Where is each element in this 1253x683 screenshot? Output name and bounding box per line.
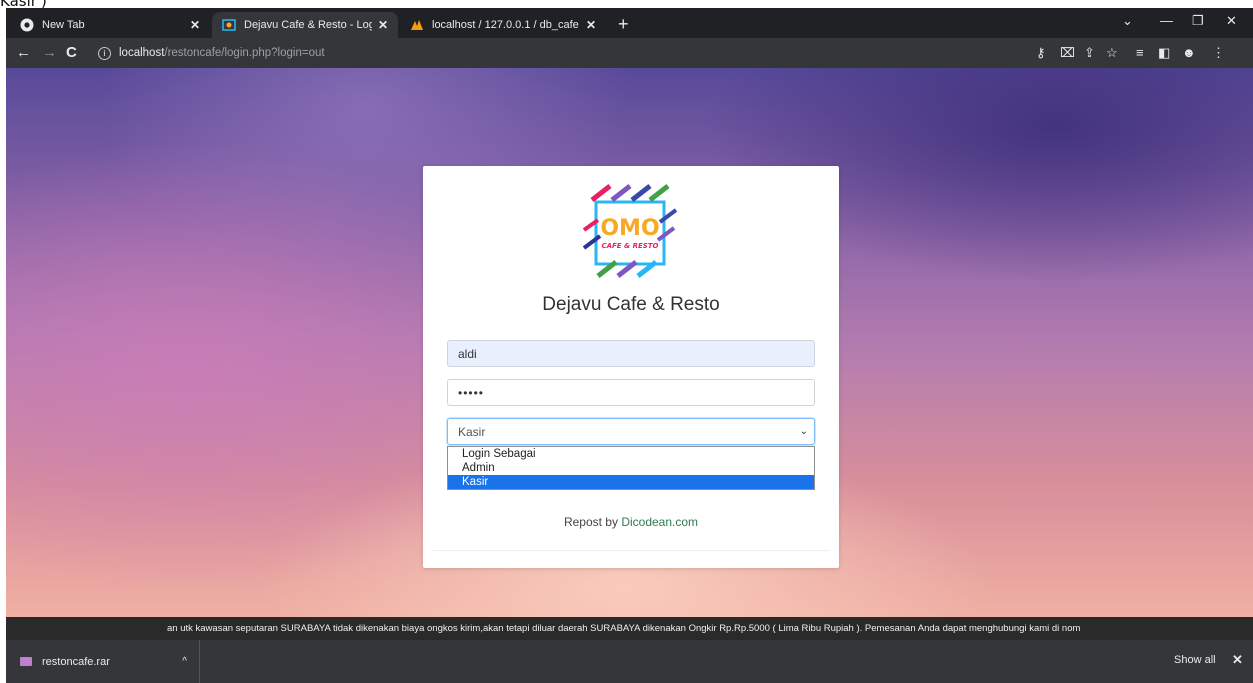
new-tab-button[interactable]: + (618, 12, 629, 36)
phpmyadmin-favicon (410, 18, 424, 32)
minimize-button[interactable]: — (1160, 13, 1173, 28)
share-icon[interactable]: ⇪ (1084, 45, 1095, 61)
download-file-name: restoncafe.rar (42, 655, 110, 668)
reading-list-icon[interactable]: ≡ (1136, 45, 1144, 60)
chrome-icon (20, 18, 34, 32)
window-close-button[interactable]: ✕ (1226, 13, 1237, 29)
url-path: /restoncafe/login.php?login=out (164, 47, 325, 59)
address-bar[interactable]: i localhost/restoncafe/login.php?login=o… (94, 41, 1034, 65)
download-shelf: restoncafe.rar ^ Show all ✕ (6, 640, 1253, 683)
tab-label: New Tab (42, 19, 85, 31)
browser-tab-bar: New Tab ✕ Dejavu Cafe & Resto - Login ✕ … (6, 8, 1253, 38)
username-input[interactable]: aldi (447, 340, 815, 367)
key-icon[interactable]: ⚷ (1036, 45, 1046, 61)
card-divider (433, 550, 829, 551)
svg-text:CAFE & RESTO: CAFE & RESTO (601, 242, 658, 250)
browser-toolbar: ← → C i localhost/restoncafe/login.php?l… (6, 38, 1253, 68)
tab-phpmyadmin[interactable]: localhost / 127.0.0.1 / db_cafe / l ✕ (400, 12, 606, 38)
menu-icon[interactable]: ⋮ (1212, 45, 1225, 61)
option-admin[interactable]: Admin (448, 461, 814, 475)
password-value: ••••• (458, 385, 485, 400)
restore-button[interactable]: ❐ (1192, 13, 1204, 29)
role-select-value: Kasir (458, 424, 486, 439)
svg-text:OMO: OMO (600, 216, 659, 241)
repost-credit: Repost by Dicodean.com (423, 515, 839, 529)
profile-avatar[interactable]: ☻ (1182, 45, 1196, 60)
side-panel-icon[interactable]: ◧ (1158, 45, 1170, 61)
tab-search-icon[interactable]: ⌄ (1122, 13, 1133, 29)
page-fragment-text: Kasir') (0, 0, 160, 8)
close-icon[interactable]: ✕ (1232, 652, 1243, 668)
tab-new-tab[interactable]: New Tab ✕ (10, 12, 210, 38)
page-background: OMO CAFE & RESTO Dejavu Cafe & Resto ald… (6, 68, 1253, 617)
password-input[interactable]: ••••• (447, 379, 815, 406)
download-item[interactable]: restoncafe.rar ^ (6, 640, 200, 683)
username-value: aldi (458, 346, 477, 361)
role-dropdown-list: Login Sebagai Admin Kasir (447, 446, 815, 490)
repost-prefix: Repost by (563, 515, 618, 529)
url-host: localhost (119, 47, 165, 59)
marquee-text: an utk kawasan seputaran SURABAYA tidak … (167, 623, 1081, 634)
chevron-down-icon: ⌄ (799, 426, 808, 437)
repost-link[interactable]: Dicodean.com (621, 515, 698, 529)
chevron-up-icon[interactable]: ^ (182, 656, 187, 667)
translate-icon[interactable]: ⌧ (1060, 45, 1075, 61)
login-card: OMO CAFE & RESTO Dejavu Cafe & Resto ald… (423, 166, 839, 568)
close-icon[interactable]: ✕ (190, 18, 200, 32)
forward-button[interactable]: → (42, 44, 57, 61)
reload-button[interactable]: C (66, 44, 77, 61)
tab-dejavu-login[interactable]: Dejavu Cafe & Resto - Login ✕ (212, 12, 398, 38)
close-icon[interactable]: ✕ (378, 18, 388, 32)
bookmark-star-icon[interactable]: ☆ (1106, 45, 1118, 61)
info-icon[interactable]: i (98, 46, 111, 60)
tab-label: Dejavu Cafe & Resto - Login (244, 19, 372, 31)
show-all-button[interactable]: Show all (1174, 654, 1216, 666)
option-kasir[interactable]: Kasir (448, 475, 814, 489)
site-title: Dejavu Cafe & Resto (542, 294, 720, 315)
cafe-logo: OMO CAFE & RESTO (582, 184, 678, 278)
option-login-sebagai[interactable]: Login Sebagai (448, 447, 814, 461)
back-button[interactable]: ← (16, 44, 31, 61)
cafe-favicon (222, 18, 236, 32)
archive-file-icon (20, 657, 32, 666)
role-select[interactable]: Kasir ⌄ (447, 418, 815, 445)
marquee-banner: an utk kawasan seputaran SURABAYA tidak … (6, 617, 1253, 640)
tab-label: localhost / 127.0.0.1 / db_cafe / l (432, 19, 580, 31)
close-icon[interactable]: ✕ (586, 18, 596, 32)
